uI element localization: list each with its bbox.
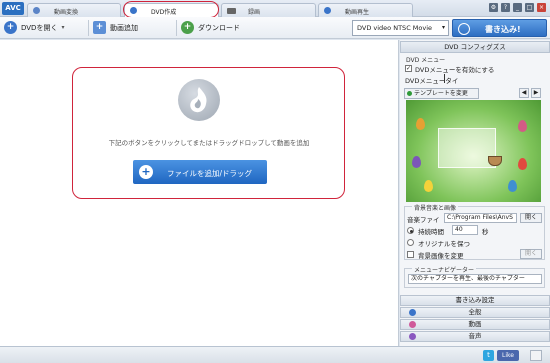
keep-original-radio[interactable] — [407, 239, 414, 246]
add-file-button[interactable]: + ファイルを追加/ドラッグ — [133, 160, 267, 184]
chevron-down-icon: ▾ — [441, 24, 445, 31]
download-icon: + — [181, 21, 194, 34]
menu-title-label: DVDメニュータイ — [405, 77, 459, 85]
dvd-add-icon: + — [4, 21, 17, 34]
accordion-label: 動画 — [468, 320, 482, 328]
egg-decoration — [424, 180, 433, 192]
egg-decoration — [412, 156, 421, 168]
download-button[interactable]: + ダウンロード — [181, 19, 240, 36]
add-video-button[interactable]: + 動画追加 — [93, 19, 138, 36]
enable-menu-label: DVDメニューを有効にする — [415, 66, 495, 74]
tab-label: 録画 — [248, 9, 261, 16]
next-template-button[interactable]: ▶ — [531, 88, 541, 98]
audio-icon — [409, 333, 416, 340]
burn-button[interactable]: 書き込み! — [452, 19, 547, 37]
egg-decoration — [518, 158, 527, 170]
duration-input[interactable]: 40 — [452, 225, 478, 235]
chevron-down-icon: ▾ — [61, 24, 65, 31]
twitter-icon[interactable]: t — [483, 350, 494, 361]
toolbar-divider — [88, 20, 89, 36]
tab-highlight — [123, 1, 219, 18]
preview-frame — [438, 128, 496, 168]
background-group-title: 背景音楽と画像 — [412, 203, 459, 212]
play-icon — [324, 7, 331, 14]
layout-toggle-icon[interactable] — [530, 350, 542, 361]
app-logo: AVC — [2, 2, 24, 15]
accordion-label: 全般 — [468, 308, 482, 316]
tab-record[interactable]: 録画 — [221, 3, 316, 17]
menu-group-title: DVD メニュー — [406, 57, 446, 64]
egg-decoration — [518, 120, 527, 132]
basket-icon — [488, 156, 502, 166]
add-file-label: ファイルを追加/ドラッグ — [167, 169, 253, 178]
open-image-button[interactable]: 開く — [520, 249, 542, 259]
toolbar-divider — [176, 20, 177, 36]
record-icon — [227, 8, 236, 14]
window-controls: ⚙ ? _ □ × — [489, 3, 546, 12]
settings-icon[interactable]: ⚙ — [489, 3, 498, 12]
enable-menu-checkbox[interactable]: ✓ — [405, 65, 412, 72]
output-format-value: DVD video NTSC Movie — [357, 24, 433, 32]
tab-label: 動画再生 — [345, 9, 370, 16]
facebook-like-button[interactable]: Like — [497, 350, 519, 361]
open-dvd-button[interactable]: + DVDを開く ▾ — [4, 19, 64, 36]
navigator-group-title: メニューナビゲーター — [412, 265, 477, 274]
menu-title-caret — [444, 74, 445, 83]
tab-label: 動画変換 — [54, 9, 79, 16]
burn-label: 書き込み! — [485, 25, 521, 34]
template-icon — [407, 91, 412, 96]
accordion-label: 書き込み設定 — [455, 296, 495, 304]
tab-play[interactable]: 動画再生 — [318, 3, 413, 17]
status-bar: t Like — [0, 346, 550, 363]
egg-decoration — [508, 180, 517, 192]
drop-hint-text: 下記のボタンをクリックしてまたはドラッグドロップして動画を追加 — [108, 139, 310, 147]
tab-convert[interactable]: 動画変換 — [27, 3, 121, 17]
keep-original-label: オリジナルを保つ — [418, 240, 470, 248]
navigator-select[interactable]: 次のチャプターを再生、最後のチャプター — [408, 274, 542, 284]
accordion-burn-settings[interactable]: 書き込み設定 — [400, 295, 550, 306]
accordion-audio[interactable]: 音声 — [400, 331, 550, 342]
output-format-select[interactable]: DVD video NTSC Movie ▾ — [352, 20, 449, 36]
close-button[interactable]: × — [537, 3, 546, 12]
plus-icon: + — [139, 165, 153, 179]
panel-title: DVD コンフィグズス — [400, 41, 550, 53]
download-label: ダウンロード — [198, 23, 240, 32]
refresh-icon — [458, 23, 470, 35]
tab-bar: AVC 動画変換 DVD作成 録画 動画再生 ⚙ ? _ □ × — [0, 0, 550, 18]
prev-template-button[interactable]: ◀ — [519, 88, 529, 98]
duration-label: 持続時間 — [418, 228, 444, 236]
general-icon — [409, 309, 416, 316]
duration-radio[interactable] — [407, 227, 414, 234]
accordion-general[interactable]: 全般 — [400, 307, 550, 318]
duration-unit: 秒 — [482, 228, 489, 236]
accordion-video[interactable]: 動画 — [400, 319, 550, 330]
maximize-button[interactable]: □ — [525, 3, 534, 12]
add-video-label: 動画追加 — [110, 23, 138, 32]
open-dvd-label: DVDを開く — [21, 23, 58, 32]
convert-icon — [33, 7, 40, 14]
film-add-icon: + — [93, 21, 106, 34]
flame-icon — [178, 79, 220, 121]
video-icon — [409, 321, 416, 328]
menu-preview — [406, 100, 541, 202]
bg-image-label: 背景画像を変更 — [418, 252, 464, 260]
open-music-button[interactable]: 開く — [520, 213, 542, 223]
bg-image-checkbox[interactable] — [407, 251, 414, 258]
help-button[interactable]: ? — [501, 3, 510, 12]
change-template-label: テンプレートを変更 — [414, 90, 468, 97]
egg-decoration — [416, 118, 425, 130]
music-file-input[interactable]: C:\Program Files\AnvS — [444, 213, 517, 223]
change-template-button[interactable]: テンプレートを変更 — [404, 88, 479, 99]
music-file-label: 音楽ファイ — [407, 216, 440, 224]
minimize-button[interactable]: _ — [513, 3, 522, 12]
accordion-label: 音声 — [468, 332, 482, 340]
